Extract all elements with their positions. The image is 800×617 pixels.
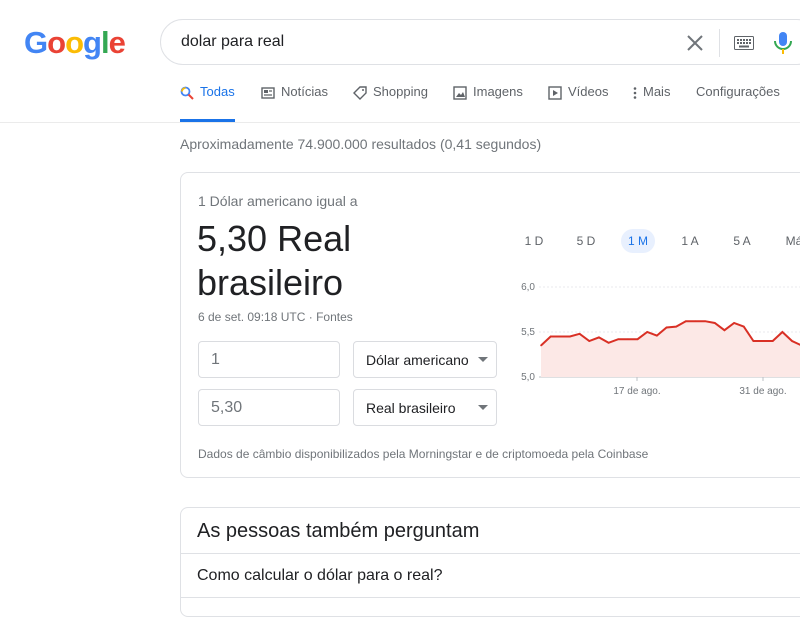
range-1d[interactable]: 1 D [517, 229, 551, 253]
timestamp-text: 6 de set. 09:18 UTC [198, 310, 306, 324]
chart-point [578, 333, 581, 335]
chart-point [617, 338, 620, 340]
more-vert-icon [633, 87, 637, 99]
chart-point [598, 336, 600, 339]
chart-point [771, 340, 774, 342]
tab-configuracoes[interactable]: Configurações [696, 84, 780, 120]
chart-point [752, 340, 755, 342]
from-currency-select[interactable]: Dólar americano [353, 341, 497, 378]
range-max[interactable]: Má [777, 229, 800, 253]
video-icon [548, 86, 562, 100]
logo-letter: G [24, 25, 48, 60]
paa-divider [181, 597, 800, 598]
converter-result: 5,30 Real brasileiro [197, 217, 477, 305]
chart-point [540, 344, 542, 347]
dropdown-arrow-icon [478, 405, 488, 410]
chart-point [791, 340, 793, 342]
google-logo[interactable]: Google [24, 25, 126, 60]
people-also-ask: As pessoas também perguntam Como calcula… [180, 507, 800, 617]
paa-title: As pessoas também perguntam [197, 520, 480, 542]
chart-point [607, 342, 610, 344]
chart-point [762, 340, 764, 342]
mic-icon[interactable] [773, 31, 793, 55]
tab-shopping[interactable]: Shopping [353, 84, 428, 120]
logo-letter: g [83, 25, 102, 60]
tab-noticias[interactable]: Notícias [261, 84, 328, 120]
from-currency-value: Dólar americano [366, 352, 469, 368]
chart-point [723, 329, 726, 331]
chart-point [646, 331, 649, 333]
exchange-rate-chart[interactable]: 6,0 5,5 5,0 17 de ago. 31 de ago. [501, 277, 800, 407]
news-icon [261, 87, 275, 99]
chart-point [713, 322, 716, 324]
chart-point [685, 320, 687, 322]
converter-result-line2: brasileiro [197, 262, 344, 303]
currency-converter-card: 1 Dólar americano igual a 5,30 Real bras… [180, 172, 800, 478]
search-input[interactable]: dolar para real [181, 33, 284, 51]
data-source-note: Dados de câmbio disponibilizados pela Mo… [198, 447, 649, 461]
logo-letter: o [47, 25, 66, 60]
to-currency-value: Real brasileiro [366, 400, 456, 416]
close-icon[interactable] [683, 31, 707, 55]
chart-point [742, 325, 745, 328]
tab-imagens[interactable]: Imagens [453, 84, 523, 120]
chart-point [569, 335, 571, 338]
chart-point [636, 338, 639, 340]
tab-label: Configurações [696, 84, 780, 99]
range-1m[interactable]: 1 M [621, 229, 655, 253]
chart-point [559, 335, 562, 338]
header-divider [0, 122, 800, 123]
range-5a[interactable]: 5 A [725, 229, 759, 253]
logo-letter: e [108, 25, 126, 60]
chart-point [627, 338, 629, 340]
paa-divider [181, 553, 800, 554]
tab-todas[interactable]: Todas [180, 84, 235, 122]
tag-icon [353, 86, 367, 100]
chart-point [675, 325, 677, 328]
to-currency-select[interactable]: Real brasileiro [353, 389, 497, 426]
converter-timestamp: 6 de set. 09:18 UTC · Fontes [198, 310, 353, 324]
image-icon [453, 86, 467, 100]
paa-question[interactable]: Como calcular o dólar para o real? [197, 567, 442, 585]
x-tick-label: 31 de ago. [739, 386, 786, 397]
tab-videos[interactable]: Vídeos [548, 84, 608, 120]
logo-letter: o [65, 25, 84, 60]
keyboard-icon[interactable] [734, 36, 754, 50]
tab-label: Mais [643, 84, 671, 99]
y-tick-label: 6,0 [521, 282, 535, 293]
chart-point [665, 326, 668, 329]
chart-point [781, 331, 784, 333]
range-5d[interactable]: 5 D [569, 229, 603, 253]
search-icon [180, 86, 194, 100]
from-amount-input[interactable]: 1 [198, 341, 340, 378]
y-tick-label: 5,5 [521, 327, 535, 338]
result-stats: Aproximadamente 74.900.000 resultados (0… [180, 136, 542, 152]
y-tick-label: 5,0 [521, 372, 535, 383]
converter-label: 1 Dólar americano igual a [198, 193, 358, 209]
range-1a[interactable]: 1 A [673, 229, 707, 253]
dropdown-arrow-icon [478, 357, 488, 362]
chart-point [588, 340, 591, 342]
chart-point [733, 322, 735, 324]
chart-area-fill [541, 321, 800, 377]
converter-result-line1: 5,30 Real [197, 218, 352, 259]
x-tick-label: 17 de ago. [613, 386, 660, 397]
tab-mais[interactable]: Mais [632, 84, 670, 120]
tab-label: Vídeos [568, 84, 609, 99]
to-amount-input[interactable]: 5,30 [198, 389, 340, 426]
chart-point [694, 320, 697, 322]
search-divider [719, 29, 720, 57]
sources-link[interactable]: Fontes [316, 310, 353, 324]
tab-label: Notícias [281, 84, 328, 99]
chart-point [704, 320, 706, 322]
chart-point [656, 334, 658, 337]
meta-separator: · [305, 310, 317, 324]
logo-letter: l [100, 25, 110, 60]
tab-label: Shopping [373, 84, 428, 99]
tab-label: Imagens [473, 84, 523, 99]
chart-point [549, 335, 552, 338]
tab-label: Todas [200, 84, 235, 99]
search-box[interactable]: dolar para real [160, 19, 800, 65]
